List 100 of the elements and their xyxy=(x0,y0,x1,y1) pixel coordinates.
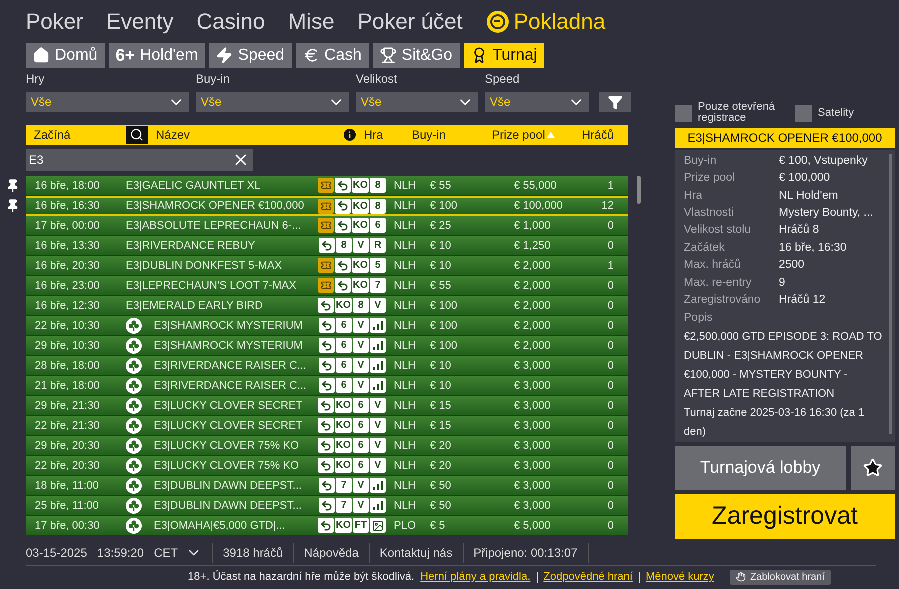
reentry-icon xyxy=(318,398,334,413)
ticket-icon xyxy=(318,278,334,293)
clover-icon xyxy=(126,318,142,334)
footer-link[interactable]: Herní plány a pravidla. xyxy=(420,571,531,583)
tournament-row[interactable]: 16 bře, 16:30 E3|SHAMROCK OPENER €100,000 KO 8 NLH € 100 € 100,000 12 xyxy=(26,196,628,216)
six-plus-icon: 6+ xyxy=(116,46,136,66)
clover-icon xyxy=(126,358,142,374)
tournament-name: E3|DUBLIN DONKFEST 5-MAX xyxy=(126,260,284,272)
register-button[interactable]: Zaregistrovat xyxy=(675,494,895,539)
scrollbar-thumb[interactable] xyxy=(637,176,641,204)
buy-in: € 20 xyxy=(430,440,452,452)
favorite-button[interactable] xyxy=(851,446,895,490)
tournament-row[interactable]: 16 bře, 13:30 E3|RIVERDANCE REBUY 8 V R NLH € 10 € 1,250 0 xyxy=(26,236,628,255)
status-item: 3918 hráčů xyxy=(212,542,294,562)
tournament-row[interactable]: 28 bře, 18:00 E3|RIVERDANCE RAISER C... 6 V NLH € 10 € 3,000 0 xyxy=(26,356,628,375)
clover-icon xyxy=(126,518,142,534)
tournament-row[interactable]: 18 bře, 11:00 E3|DUBLIN DAWN DEEPST... 7 V NLH € 50 € 3,000 0 xyxy=(26,476,628,495)
tournament-name: E3|LUCKY CLOVER SECRET xyxy=(153,420,304,432)
category-tab[interactable]: Domů xyxy=(26,43,105,68)
tournament-row[interactable]: 22 bře, 10:30 E3|SHAMROCK MYSTERIUM 6 V NLH € 100 € 2,000 0 xyxy=(26,316,628,335)
pin-icon[interactable] xyxy=(6,199,20,213)
ticket-icon xyxy=(318,178,334,193)
tournament-row[interactable]: 17 bře, 00:00 E3|ABSOLUTE LEPRECHAUN 6-... KO 6 NLH € 25 € 1,000 0 xyxy=(26,216,628,235)
feature-tag: 7 xyxy=(370,278,386,293)
status-item[interactable]: Kontaktuj nás xyxy=(370,542,464,562)
tournament-row[interactable]: 25 bře, 11:00 E3|DUBLIN DAWN DEEPST... 7 V NLH € 50 € 3,000 0 xyxy=(26,496,628,515)
filter-dropdown[interactable]: Vše xyxy=(26,92,189,112)
tournament-name: E3|LUCKY CLOVER 75% KO xyxy=(153,440,300,452)
filter-dropdown[interactable]: Vše xyxy=(196,92,349,112)
column-header[interactable]: Začíná xyxy=(26,128,126,142)
reentry-icon xyxy=(319,318,335,333)
feature-tag: V xyxy=(353,338,369,353)
nav-link[interactable]: Poker xyxy=(26,8,84,34)
info-icon[interactable] xyxy=(342,127,358,143)
status-item[interactable]: Nápověda xyxy=(294,542,370,562)
feature-tag: 5 xyxy=(370,258,386,273)
nav-link[interactable]: Poker účet xyxy=(358,8,463,34)
column-header[interactable]: Hra xyxy=(364,128,412,142)
player-count: 0 xyxy=(606,360,614,372)
footer-link[interactable]: Měnové kurzy xyxy=(646,571,714,583)
prize-pool: € 2,000 xyxy=(514,260,552,272)
lobby-button[interactable]: Turnajová lobby xyxy=(675,446,846,490)
timezone-dropdown[interactable]: CET xyxy=(154,544,212,560)
buy-in: € 10 xyxy=(430,360,452,372)
checkbox[interactable] xyxy=(675,104,692,122)
tournament-name: E3|LUCKY CLOVER SECRET xyxy=(153,400,304,412)
tournament-row[interactable]: 29 bře, 20:30 E3|LUCKY CLOVER 75% KO KO 6 V NLH € 20 € 3,000 0 xyxy=(26,436,628,455)
game-type: NLH xyxy=(394,220,418,232)
start-time: 16 bře, 20:30 xyxy=(34,260,101,272)
feature-tag: V xyxy=(370,458,386,473)
tournament-name: E3|EMERALD EARLY BIRD xyxy=(126,300,264,312)
scrollbar[interactable] xyxy=(889,154,892,434)
tournament-row[interactable]: 16 bře, 23:00 E3|LEPRECHAUN'S LOOT 7-MAX KO 7 NLH € 55 € 2,000 0 xyxy=(26,276,628,295)
prize-pool: € 3,000 xyxy=(514,400,552,412)
column-header[interactable]: Název xyxy=(156,128,342,142)
column-header[interactable]: Hráčů xyxy=(582,128,628,142)
player-count: 0 xyxy=(606,340,614,352)
tournament-row[interactable]: 29 bře, 21:30 E3|LUCKY CLOVER SECRET KO 6 V NLH € 15 € 3,000 0 xyxy=(26,396,628,415)
player-count: 0 xyxy=(606,240,614,252)
clover-icon xyxy=(126,378,142,394)
category-tab[interactable]: 6+ Hold'em xyxy=(108,43,206,68)
tournament-row[interactable]: 17 bře, 00:30 E3|OMAHA|€5,000 GTD|... KO FT PLO € 5 € 5,000 0 xyxy=(26,516,628,535)
tournament-row[interactable]: 16 bře, 20:30 E3|DUBLIN DONKFEST 5-MAX KO 5 NLH € 10 € 2,000 1 xyxy=(26,256,628,275)
detail-value: € 100, Vstupenky xyxy=(779,154,868,167)
game-type: NLH xyxy=(394,380,418,392)
block-gambling-button[interactable]: Zablokovat hraní xyxy=(730,570,831,584)
footer-link[interactable]: Zodpovědné hraní xyxy=(544,571,633,583)
checkbox[interactable] xyxy=(795,104,812,122)
filter-button[interactable] xyxy=(599,92,631,112)
category-tab[interactable]: Speed xyxy=(209,43,292,68)
filter-dropdown[interactable]: Vše xyxy=(485,92,589,112)
player-count: 0 xyxy=(606,320,614,332)
tournament-row[interactable]: 22 bře, 21:30 E3|LUCKY CLOVER SECRET KO 6 V NLH € 15 € 3,000 0 xyxy=(26,416,628,435)
category-tab[interactable]: Turnaj xyxy=(464,43,544,68)
gambling-warning: 18+. Účast na hazardní hře může být škodlivá. xyxy=(188,571,415,583)
feature-tag: 8 xyxy=(370,178,386,193)
detail-label: Vlastnosti xyxy=(684,207,735,220)
detail-label: Velikost stolu xyxy=(684,224,752,236)
prize-pool: € 3,000 xyxy=(514,460,552,472)
nav-link[interactable]: Mise xyxy=(288,8,335,34)
tournament-row[interactable]: 22 bře, 20:30 E3|LUCKY CLOVER 75% KO KO 6 V NLH € 20 € 3,000 0 xyxy=(26,456,628,475)
nav-link[interactable]: Casino xyxy=(196,8,266,34)
sort-arrow-icon xyxy=(547,132,556,138)
search-field[interactable]: E3 xyxy=(26,149,253,171)
tournament-row[interactable]: 16 bře, 12:30 E3|EMERALD EARLY BIRD KO 8 V NLH € 100 € 2,000 0 xyxy=(26,296,628,315)
column-header[interactable]: Prize pool xyxy=(492,128,582,142)
tournament-row[interactable]: 29 bře, 10:30 E3|SHAMROCK MYSTERIUM 6 V NLH € 100 € 2,000 0 xyxy=(26,336,628,355)
filter-dropdown[interactable]: Vše xyxy=(356,92,478,112)
pin-icon[interactable] xyxy=(6,179,20,193)
reentry-icon xyxy=(318,438,334,453)
nav-link[interactable]: Eventy xyxy=(106,8,174,34)
buy-in: € 5 xyxy=(430,520,446,532)
category-tab[interactable]: Cash xyxy=(296,43,369,68)
tournament-row[interactable]: 21 bře, 18:00 E3|RIVERDANCE RAISER C... 6 V NLH € 10 € 3,000 0 xyxy=(26,376,628,395)
feature-tag: KO xyxy=(335,438,352,453)
tournament-row[interactable]: 16 bře, 18:00 E3|GAELIC GAUNTLET XL KO 8 NLH € 55 € 55,000 1 xyxy=(26,176,628,195)
search-icon[interactable] xyxy=(126,126,148,144)
column-header[interactable]: Buy-in xyxy=(412,128,492,142)
category-tab[interactable]: Sit&Go xyxy=(372,43,460,68)
nav-link[interactable]: Pokladna xyxy=(486,8,606,34)
